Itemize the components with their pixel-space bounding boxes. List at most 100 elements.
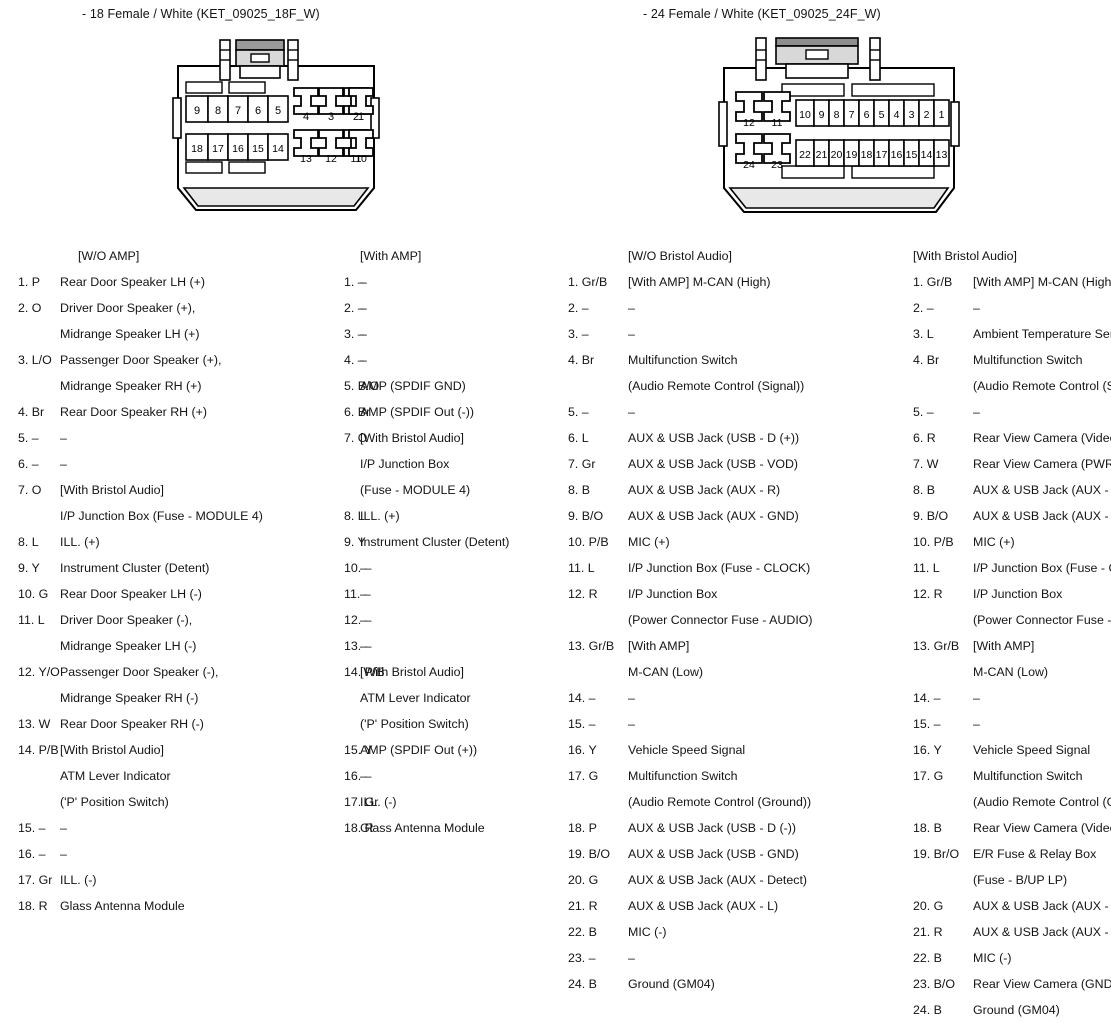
svg-text:1: 1: [358, 111, 364, 123]
pinout-row: 16. Y Vehicle Speed Signal: [550, 737, 920, 763]
pin-number: 9. Y: [344, 535, 366, 549]
svg-text:7: 7: [235, 105, 241, 117]
column-header: [W/O Bristol Audio]: [628, 249, 732, 263]
svg-text:9: 9: [194, 105, 200, 117]
pinout-row: 10. P/B MIC (+): [896, 529, 1111, 555]
pin-description: Rear View Camera (PWR): [973, 457, 1111, 471]
pin-number: 11. L: [18, 613, 45, 627]
pin-description: ATM Lever Indicator: [360, 691, 471, 705]
pinout-row: Midrange Speaker LH (-): [0, 633, 360, 659]
pin-description: I/P Junction Box (Fuse - CLOCK): [973, 561, 1111, 575]
svg-text:5: 5: [879, 109, 885, 121]
pinout-row: 13. Gr/B [With AMP]: [550, 633, 920, 659]
pinout-row: 18. R Glass Antenna Module: [344, 815, 574, 841]
pin-description: –: [628, 327, 635, 341]
pin-description: (Power Connector Fuse - AUDIO): [628, 613, 813, 627]
pin-description: –: [360, 587, 367, 601]
pin-description: MIC (-): [973, 951, 1012, 965]
pinout-row: 10. P/B MIC (+): [550, 529, 920, 555]
svg-text:2: 2: [924, 109, 930, 121]
pinout-row: 24. B Ground (GM04): [550, 971, 920, 997]
pin-description: ILL. (-): [60, 873, 97, 887]
pinout-row: 16. – –: [0, 841, 360, 867]
pin-description: Glass Antenna Module: [360, 821, 485, 835]
pin-number: 19. Br/O: [913, 847, 960, 861]
pinout-row: 17. Gr ILL. (-): [344, 789, 574, 815]
pinout-row: 15. – –: [896, 711, 1111, 737]
pinout-row: 24. B Ground (GM04): [896, 997, 1111, 1023]
pin-description: (Audio Remote Control (Signal)): [973, 379, 1111, 393]
pin-description: Ground (GM04): [628, 977, 715, 991]
pinout-row: 8. B AUX & USB Jack (AUX - R): [896, 477, 1111, 503]
pin-description: AUX & USB Jack (AUX - GND): [628, 509, 799, 523]
pin-number: 1. P: [18, 275, 41, 289]
pin-description: –: [360, 327, 367, 341]
pin-description: [With Bristol Audio]: [60, 483, 164, 497]
pin-description: Passenger Door Speaker (-),: [60, 665, 219, 679]
pinout-row: 11. L I/P Junction Box (Fuse - CLOCK): [550, 555, 920, 581]
pinout-row: M-CAN (Low): [896, 659, 1111, 685]
svg-text:6: 6: [255, 105, 261, 117]
pin-number: 21. R: [568, 899, 598, 913]
pinout-row: 22. B MIC (-): [896, 945, 1111, 971]
pin-number: 5. –: [568, 405, 589, 419]
svg-text:7: 7: [849, 109, 855, 121]
pinout-row: 4. Br Rear Door Speaker RH (+): [0, 399, 360, 425]
pin-number: 2. O: [18, 301, 42, 315]
pin-description: I/P Junction Box: [973, 587, 1063, 601]
pinout-row: 12. Y/O Passenger Door Speaker (-),: [0, 659, 360, 685]
pin-number: 22. B: [568, 925, 597, 939]
pinout-row: 21. R AUX & USB Jack (AUX - L): [896, 919, 1111, 945]
pin-number: 24. B: [568, 977, 597, 991]
svg-text:19: 19: [846, 149, 858, 161]
pin-number: 20. G: [913, 899, 944, 913]
pin-description: [With Bristol Audio]: [360, 431, 464, 445]
pin-description: [With Bristol Audio]: [360, 665, 464, 679]
pinout-row: 8. L ILL. (+): [344, 503, 574, 529]
pin-number: 18. R: [344, 821, 374, 835]
pin-description: AUX & USB Jack (AUX - Detect): [628, 873, 808, 887]
pin-description: –: [360, 561, 367, 575]
pinout-row: 20. G AUX & USB Jack (AUX - Detect): [550, 867, 920, 893]
pinout-row: 20. G AUX & USB Jack (AUX - Detect): [896, 893, 1111, 919]
pin-description: –: [360, 613, 367, 627]
pin-number: 22. B: [913, 951, 942, 965]
pin-number: 11. –: [344, 587, 371, 601]
pin-number: 12. Y/O: [18, 665, 60, 679]
pin-description: Ambient Temperature Sensor: [973, 327, 1111, 341]
pin-description: –: [628, 405, 635, 419]
connector-18-title: - 18 Female / White (KET_09025_18F_W): [82, 7, 320, 21]
svg-text:6: 6: [864, 109, 870, 121]
pinout-row: 6. L AUX & USB Jack (USB - D (+)): [550, 425, 920, 451]
pin-number: 7. Gr: [568, 457, 596, 471]
pin-number: 4. Br: [18, 405, 45, 419]
pin-description: Vehicle Speed Signal: [973, 743, 1091, 757]
pin-description: Midrange Speaker LH (+): [60, 327, 200, 341]
pinout-row: 5. – –: [896, 399, 1111, 425]
pin-number: 16. Y: [913, 743, 942, 757]
svg-text:13: 13: [300, 153, 312, 165]
pin-description: AMP (SPDIF GND): [360, 379, 466, 393]
pinout-row: ('P' Position Switch): [0, 789, 360, 815]
pin-description: Midrange Speaker RH (-): [60, 691, 199, 705]
pinout-row: (Power Connector Fuse - AUDIO): [896, 607, 1111, 633]
pinout-row: 9. B/O AUX & USB Jack (AUX - GND): [550, 503, 920, 529]
pin-description: Driver Door Speaker (+),: [60, 301, 196, 315]
pin-number: 4. Br: [913, 353, 940, 367]
pin-number: 8. L: [344, 509, 365, 523]
pin-description: AUX & USB Jack (AUX - R): [628, 483, 781, 497]
connector-24-svg: 12 11 10 9 8 765 432 1 24 23 22 21 20 19…: [718, 37, 960, 213]
svg-text:23: 23: [771, 159, 783, 171]
pin-description: AUX & USB Jack (AUX - Detect): [973, 899, 1111, 913]
pin-description: –: [360, 353, 367, 367]
pin-number: 12. R: [913, 587, 943, 601]
pin-number: 9. B/O: [913, 509, 949, 523]
pinout-row: 6. – –: [0, 451, 360, 477]
pinout-row: 1. – –: [344, 269, 574, 295]
pin-description: –: [628, 301, 635, 315]
pin-description: Passenger Door Speaker (+),: [60, 353, 222, 367]
pinout-row: I/P Junction Box (Fuse - MODULE 4): [0, 503, 360, 529]
pinout-row: 7. Gr AUX & USB Jack (USB - VOD): [550, 451, 920, 477]
pin-number: 23. –: [568, 951, 596, 965]
pin-description: AUX & USB Jack (USB - D (+)): [628, 431, 800, 445]
